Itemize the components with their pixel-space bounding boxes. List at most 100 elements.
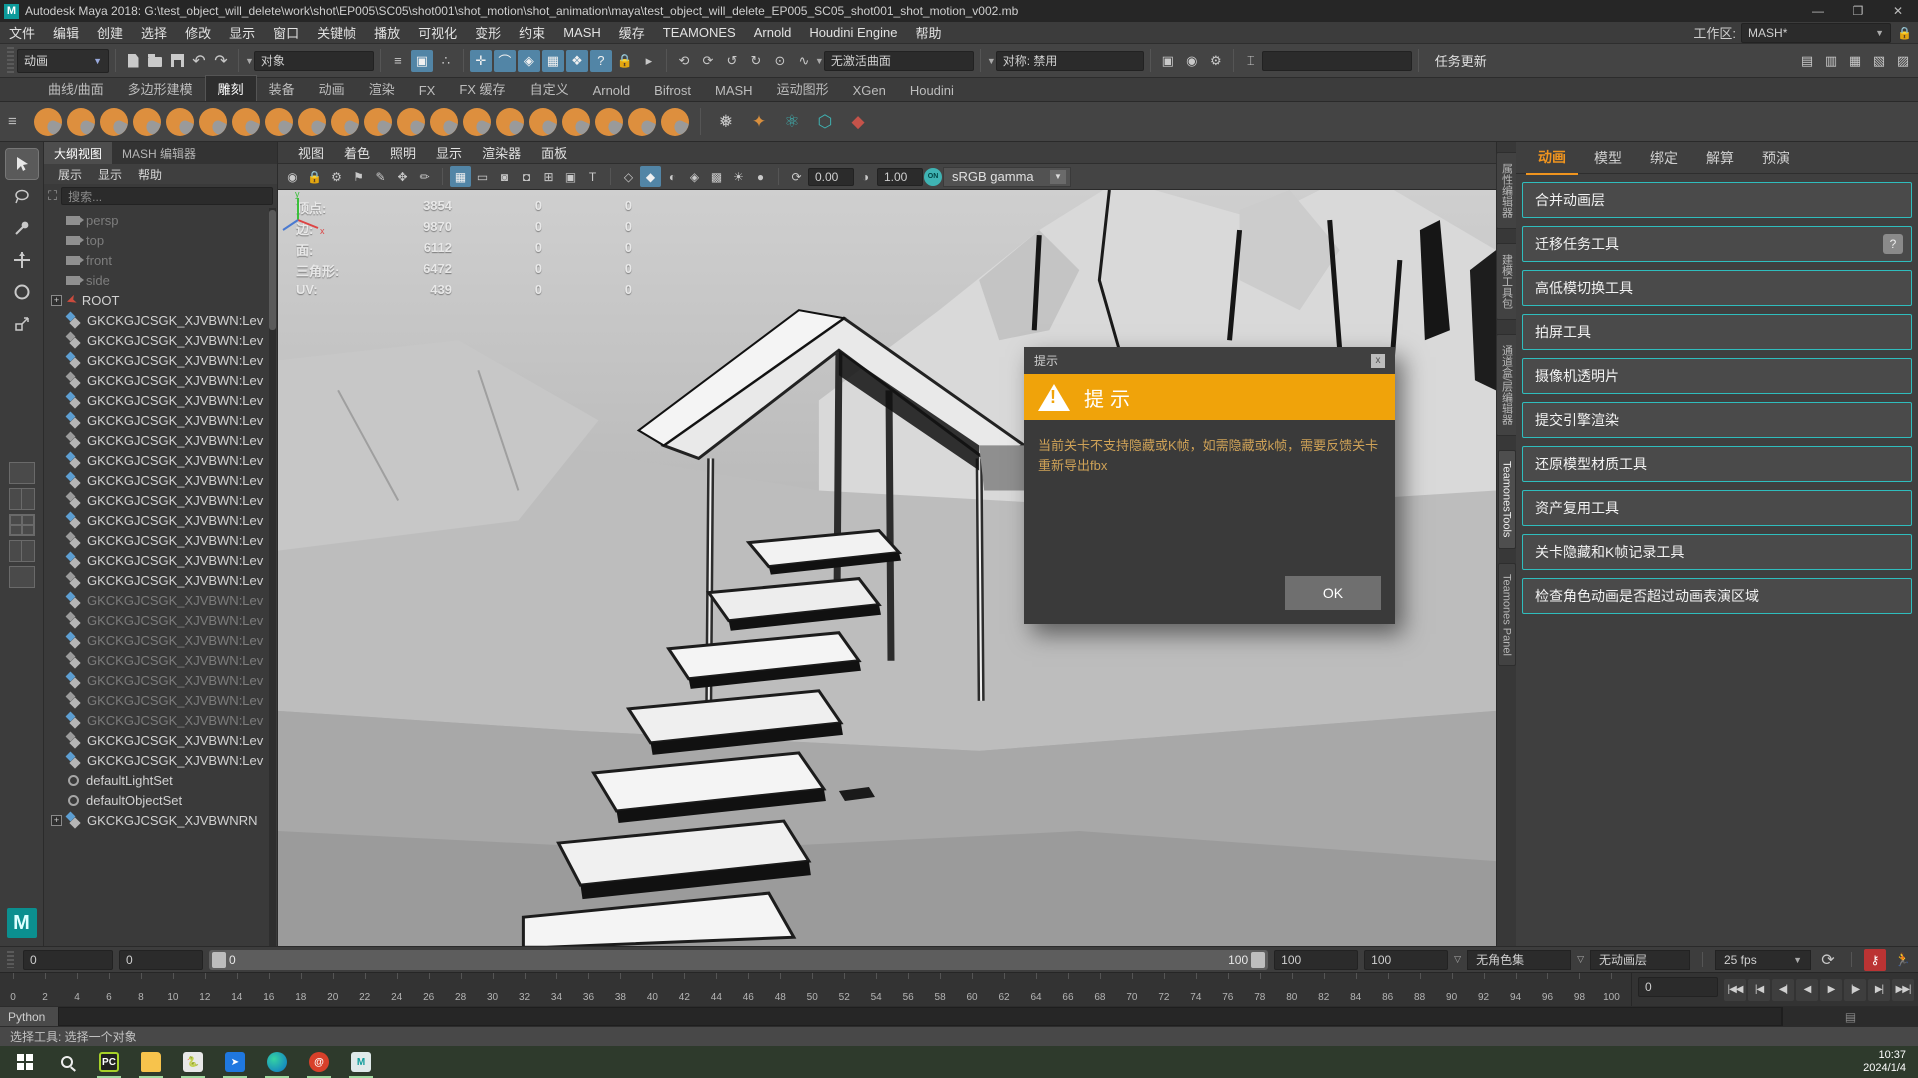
- menubar-item-创建[interactable]: 创建: [88, 22, 132, 43]
- new-scene-button[interactable]: [122, 50, 144, 72]
- tree-item[interactable]: GKCKGJCSGK_XJVBWN:Lev: [44, 390, 277, 410]
- tool-button-摄像机透明片[interactable]: 摄像机透明片: [1522, 358, 1912, 394]
- chevron-down-icon[interactable]: ▽: [1454, 954, 1461, 965]
- wireframe-icon[interactable]: ◇: [618, 166, 639, 187]
- vertical-tab-建模工具包[interactable]: 建模工具包: [1496, 243, 1518, 320]
- tool-button-关卡隐藏和K帧记录工具[interactable]: 关卡隐藏和K帧记录工具: [1522, 534, 1912, 570]
- tool-button-还原模型材质工具[interactable]: 还原模型材质工具: [1522, 446, 1912, 482]
- right-panel-tab-模型[interactable]: 模型: [1582, 142, 1634, 174]
- current-frame-field[interactable]: 0: [1638, 977, 1718, 997]
- snail-app-icon[interactable]: @: [300, 1046, 338, 1078]
- tree-item[interactable]: GKCKGJCSGK_XJVBWN:Lev: [44, 570, 277, 590]
- selection-mask-icon-1[interactable]: ▣: [411, 50, 433, 72]
- select-camera-icon[interactable]: ◉: [282, 166, 303, 187]
- range-start-handle[interactable]: [212, 952, 226, 968]
- dialog-title-bar[interactable]: 提示 x: [1024, 347, 1395, 374]
- grip-handle[interactable]: [7, 47, 14, 73]
- sculpt-brush-icon-2[interactable]: [67, 108, 95, 136]
- selection-mask-icon-0[interactable]: ≡: [387, 50, 409, 72]
- sculpt-brush-icon-10[interactable]: [331, 108, 359, 136]
- viewport-menu-视图[interactable]: 视图: [288, 143, 334, 162]
- go-to-end-button[interactable]: ▶▶|: [1892, 979, 1914, 1001]
- script-editor-output[interactable]: ▤: [1782, 1007, 1918, 1026]
- symmetry-field[interactable]: 对称: 禁用: [996, 51, 1144, 71]
- tool-button-高低模切换工具[interactable]: 高低模切换工具: [1522, 270, 1912, 306]
- construction-history-icon-1[interactable]: ⟳: [697, 50, 719, 72]
- safe-action-icon[interactable]: ▣: [560, 166, 581, 187]
- expand-icon[interactable]: +: [51, 815, 62, 826]
- sculpt-brush-icon-8[interactable]: [265, 108, 293, 136]
- tree-item-front[interactable]: front: [44, 250, 277, 270]
- sidebar-toggle-icon-3[interactable]: ▧: [1868, 50, 1890, 72]
- checker-icon[interactable]: ▩: [706, 166, 727, 187]
- viewport-menu-显示[interactable]: 显示: [426, 143, 472, 162]
- time-slider[interactable]: 0246810121416182022242628303234363840424…: [0, 973, 1632, 1006]
- tree-item[interactable]: GKCKGJCSGK_XJVBWN:Lev: [44, 530, 277, 550]
- tree-item[interactable]: GKCKGJCSGK_XJVBWN:Lev: [44, 410, 277, 430]
- tool-button-检查角色动画是否超过动画表演区域[interactable]: 检查角色动画是否超过动画表演区域: [1522, 578, 1912, 614]
- shelf-tab-动画[interactable]: 动画: [307, 76, 357, 101]
- construction-history-icon-4[interactable]: ⊙: [769, 50, 791, 72]
- tree-item[interactable]: GKCKGJCSGK_XJVBWN:Lev: [44, 630, 277, 650]
- sidebar-toggle-icon-1[interactable]: ▥: [1820, 50, 1842, 72]
- tree-item[interactable]: GKCKGJCSGK_XJVBWN:Lev: [44, 370, 277, 390]
- sculpt-brush-icon-16[interactable]: [529, 108, 557, 136]
- outliner-search-input[interactable]: 搜索...: [61, 187, 273, 205]
- bifrost-icon[interactable]: ◆: [844, 108, 872, 136]
- freeze-brush-icon[interactable]: ❅: [712, 108, 740, 136]
- shadows-icon[interactable]: ●: [750, 166, 771, 187]
- gamma-selector[interactable]: sRGB gamma ▼: [943, 167, 1071, 187]
- viewport-menu-面板[interactable]: 面板: [531, 143, 577, 162]
- sculpt-brush-icon-5[interactable]: [166, 108, 194, 136]
- shelf-menu-icon[interactable]: ≡: [8, 113, 17, 130]
- tool-button-迁移任务工具[interactable]: 迁移任务工具?: [1522, 226, 1912, 262]
- select-tool[interactable]: [6, 149, 38, 179]
- outliner-tab-大纲视图[interactable]: 大纲视图: [44, 142, 112, 164]
- sculpt-brush-icon-13[interactable]: [430, 108, 458, 136]
- render-icon-0[interactable]: ▣: [1157, 50, 1179, 72]
- menubar-item-关键帧[interactable]: 关键帧: [308, 22, 365, 43]
- anim-layer-selector[interactable]: 无动画层: [1590, 950, 1690, 970]
- vertical-tab-属性编辑器[interactable]: 属性编辑器: [1496, 152, 1518, 229]
- layout-four-pane-button[interactable]: [9, 514, 35, 536]
- right-panel-tab-动画[interactable]: 动画: [1526, 141, 1578, 175]
- construction-history-icon-2[interactable]: ↺: [721, 50, 743, 72]
- restore-button[interactable]: ❐: [1838, 0, 1878, 22]
- tool-button-合并动画层[interactable]: 合并动画层: [1522, 182, 1912, 218]
- animation-end-field[interactable]: 100: [1364, 950, 1448, 970]
- range-end-handle[interactable]: [1251, 952, 1265, 968]
- tree-item[interactable]: GKCKGJCSGK_XJVBWN:Lev: [44, 510, 277, 530]
- mash-placer-icon[interactable]: ⬡: [811, 108, 839, 136]
- taskbar-clock[interactable]: 10:37 2024/1/4: [1863, 1049, 1918, 1075]
- expand-icon[interactable]: +: [51, 295, 62, 306]
- python-file-icon[interactable]: 🐍: [174, 1046, 212, 1078]
- scale-tool[interactable]: [6, 309, 38, 339]
- construction-history-icon-3[interactable]: ↻: [745, 50, 767, 72]
- lock-workspace-icon[interactable]: 🔒: [1897, 26, 1912, 40]
- tree-item[interactable]: GKCKGJCSGK_XJVBWN:Lev: [44, 710, 277, 730]
- playback-end-field[interactable]: 100: [1274, 950, 1358, 970]
- sculpt-brush-icon-7[interactable]: [232, 108, 260, 136]
- sculpt-brush-icon-19[interactable]: [628, 108, 656, 136]
- dialog-close-icon[interactable]: x: [1371, 354, 1385, 368]
- thunder-icon[interactable]: ➤: [216, 1046, 254, 1078]
- go-to-start-button[interactable]: |◀◀: [1724, 979, 1746, 1001]
- snap-to-plane-icon[interactable]: ▦: [542, 50, 564, 72]
- viewport-menu-渲染器[interactable]: 渲染器: [472, 143, 531, 162]
- menu-set-selector[interactable]: 动画▼: [17, 49, 109, 73]
- redo-button[interactable]: ↷: [210, 50, 232, 72]
- tree-item[interactable]: GKCKGJCSGK_XJVBWN:Lev: [44, 330, 277, 350]
- sculpt-brush-icon-14[interactable]: [463, 108, 491, 136]
- tree-item-root[interactable]: +➤ROOT: [44, 290, 277, 310]
- shelf-tab-渲染[interactable]: 渲染: [357, 76, 407, 101]
- rotate-tool[interactable]: [6, 277, 38, 307]
- render-icon-2[interactable]: ⚙: [1205, 50, 1227, 72]
- input-line-field[interactable]: [1262, 51, 1412, 71]
- menubar-item-窗口[interactable]: 窗口: [264, 22, 308, 43]
- exposure-field[interactable]: 0.00: [808, 168, 854, 186]
- film-gate-icon[interactable]: ▭: [472, 166, 493, 187]
- menubar-item-编辑[interactable]: 编辑: [44, 22, 88, 43]
- image-plane-icon[interactable]: ✎: [370, 166, 391, 187]
- snap-to-point-icon[interactable]: ◈: [518, 50, 540, 72]
- tree-item[interactable]: GKCKGJCSGK_XJVBWN:Lev: [44, 490, 277, 510]
